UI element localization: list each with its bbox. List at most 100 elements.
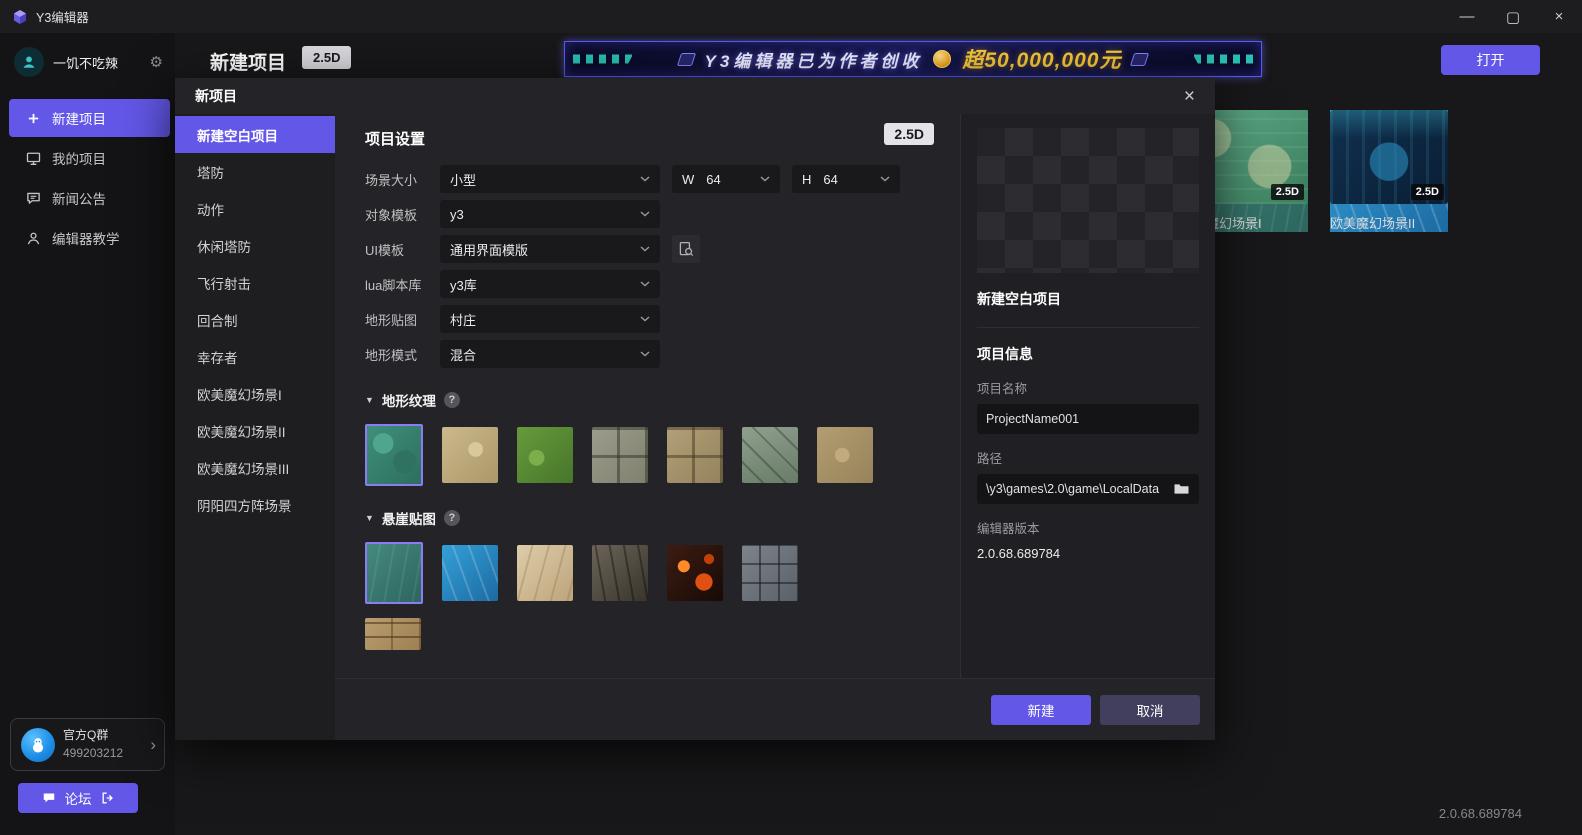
- sidebar: 一饥不吃辣 ⚙ 新建项目 我的项目 新闻公告: [0, 33, 175, 835]
- cliff-texture-section: ▼ 悬崖贴图 ?: [365, 508, 960, 528]
- modal-title: 新项目: [195, 86, 237, 106]
- project-info-title: 项目信息: [977, 344, 1199, 364]
- forum-button[interactable]: 论坛: [18, 783, 138, 813]
- width-label: W: [682, 172, 694, 187]
- plus-icon: [25, 112, 41, 125]
- project-settings-panel: 项目设置 2.5D 场景大小 小型 W 64 H 6: [335, 114, 960, 678]
- banner-flag-icon: [1130, 53, 1149, 66]
- project-card[interactable]: 2.5D 欧美魔幻场景II: [1330, 110, 1448, 232]
- field-label: 地形模式: [365, 345, 440, 364]
- select-value: y3: [450, 207, 464, 222]
- maximize-button[interactable]: ▢: [1490, 0, 1536, 33]
- close-button[interactable]: ×: [1536, 0, 1582, 33]
- forum-label: 论坛: [65, 788, 92, 808]
- gear-icon[interactable]: ⚙: [150, 53, 163, 71]
- sidebar-item-tutorial[interactable]: 编辑器教学: [9, 219, 170, 257]
- chevron-down-icon: [880, 176, 890, 182]
- nav-item[interactable]: 幸存者: [175, 338, 335, 375]
- terrain-texture-swatch[interactable]: [742, 427, 798, 483]
- cliff-texture-swatch[interactable]: [742, 545, 798, 601]
- width-select[interactable]: W 64: [672, 165, 780, 193]
- chevron-down-icon: [640, 246, 650, 252]
- height-select[interactable]: H 64: [792, 165, 900, 193]
- nav-item[interactable]: 休闲塔防: [175, 227, 335, 264]
- collapse-triangle-icon[interactable]: ▼: [365, 513, 374, 523]
- minimize-button[interactable]: —: [1444, 0, 1490, 33]
- banner-flag-icon: [676, 53, 695, 66]
- preview-project-name: 新建空白项目: [977, 289, 1199, 328]
- terrain-texture-swatch[interactable]: [365, 424, 423, 486]
- nav-item[interactable]: 动作: [175, 190, 335, 227]
- person-icon: [21, 54, 37, 70]
- terrain-texture-swatch[interactable]: [817, 427, 873, 483]
- nav-item[interactable]: 阴阳四方阵场景: [175, 486, 335, 523]
- qq-icon: [21, 728, 55, 762]
- ui-preview-button[interactable]: [672, 235, 700, 263]
- nav-item[interactable]: 飞行射击: [175, 264, 335, 301]
- qq-group-card[interactable]: 官方Q群 499203212 ›: [10, 718, 165, 771]
- nav-item[interactable]: 欧美魔幻场景I: [175, 375, 335, 412]
- terrain-tile-select[interactable]: 村庄: [440, 305, 660, 333]
- chevron-down-icon: [760, 176, 770, 182]
- project-card-name: 欧美魔幻场景II: [1330, 213, 1448, 232]
- create-button[interactable]: 新建: [991, 695, 1091, 725]
- promo-banner[interactable]: Y3编辑器已为作者创收 超50,000,000元: [564, 41, 1262, 77]
- new-project-modal: 新项目 × 新建空白项目 塔防 动作 休闲塔防 飞行射击 回合制 幸存者 欧美魔…: [175, 78, 1215, 740]
- field-label: lua脚本库: [365, 275, 440, 294]
- scene-size-select[interactable]: 小型: [440, 165, 660, 193]
- collapse-triangle-icon[interactable]: ▼: [365, 395, 374, 405]
- cliff-texture-row: [365, 542, 960, 604]
- editor-version-value: 2.0.68.689784: [977, 546, 1199, 561]
- page-title: 新建项目: [210, 48, 286, 75]
- terrain-texture-swatch[interactable]: [667, 427, 723, 483]
- nav-item[interactable]: 欧美魔幻场景III: [175, 449, 335, 486]
- nav-item[interactable]: 塔防: [175, 153, 335, 190]
- open-project-button[interactable]: 打开: [1441, 45, 1540, 75]
- project-name-input[interactable]: [986, 412, 1190, 426]
- card-mode-badge: 2.5D: [1411, 184, 1444, 200]
- ui-template-select[interactable]: 通用界面模版: [440, 235, 660, 263]
- close-icon[interactable]: ×: [1184, 87, 1195, 106]
- app-version-text: 2.0.68.689784: [1439, 806, 1522, 821]
- lua-library-select[interactable]: y3库: [440, 270, 660, 298]
- sidebar-item-news[interactable]: 新闻公告: [9, 179, 170, 217]
- cliff-texture-swatch[interactable]: [365, 542, 423, 604]
- terrain-mode-select[interactable]: 混合: [440, 340, 660, 368]
- sidebar-item-label: 新建项目: [52, 108, 106, 128]
- cliff-texture-swatch[interactable]: [442, 545, 498, 601]
- user-name: 一饥不吃辣: [53, 53, 141, 72]
- project-info-panel: 新建空白项目 项目信息 项目名称 路径 \y3\games\2.0\game\L…: [960, 114, 1215, 678]
- nav-item-blank-project[interactable]: 新建空白项目: [175, 116, 335, 153]
- modal-footer: 新建 取消: [335, 678, 1215, 740]
- nav-item[interactable]: 回合制: [175, 301, 335, 338]
- cliff-texture-swatch[interactable]: [517, 545, 573, 601]
- modal-template-nav: 新建空白项目 塔防 动作 休闲塔防 飞行射击 回合制 幸存者 欧美魔幻场景I 欧…: [175, 114, 335, 740]
- cliff-texture-swatch[interactable]: [365, 618, 421, 650]
- app-window: Y3编辑器 — ▢ × 一饥不吃辣 ⚙ 新建项目: [0, 0, 1582, 835]
- sidebar-item-new-project[interactable]: 新建项目: [9, 99, 170, 137]
- object-template-select[interactable]: y3: [440, 200, 660, 228]
- help-icon[interactable]: ?: [444, 392, 460, 408]
- sidebar-item-my-projects[interactable]: 我的项目: [9, 139, 170, 177]
- chevron-down-icon: [640, 351, 650, 357]
- chevron-down-icon: [640, 281, 650, 287]
- cancel-button[interactable]: 取消: [1100, 695, 1200, 725]
- announcement-icon: [25, 191, 41, 206]
- folder-icon[interactable]: [1173, 482, 1190, 496]
- nav-item[interactable]: 欧美魔幻场景II: [175, 412, 335, 449]
- user-row[interactable]: 一饥不吃辣 ⚙: [0, 33, 175, 85]
- banner-amount: 超50,000,000元: [962, 44, 1121, 74]
- terrain-texture-row: [365, 424, 960, 486]
- terrain-texture-swatch[interactable]: [592, 427, 648, 483]
- sidebar-menu: 新建项目 我的项目 新闻公告 编辑器教学: [0, 99, 175, 257]
- sidebar-item-label: 我的项目: [52, 148, 106, 168]
- terrain-texture-swatch[interactable]: [517, 427, 573, 483]
- project-thumbnail[interactable]: 2.5D: [1330, 110, 1448, 204]
- cliff-texture-swatch[interactable]: [667, 545, 723, 601]
- section-title: 地形纹理: [382, 390, 436, 410]
- settings-title: 项目设置: [365, 128, 960, 149]
- help-icon[interactable]: ?: [444, 510, 460, 526]
- terrain-texture-swatch[interactable]: [442, 427, 498, 483]
- cliff-texture-swatch[interactable]: [592, 545, 648, 601]
- project-path-input-wrap: \y3\games\2.0\game\LocalData: [977, 474, 1199, 504]
